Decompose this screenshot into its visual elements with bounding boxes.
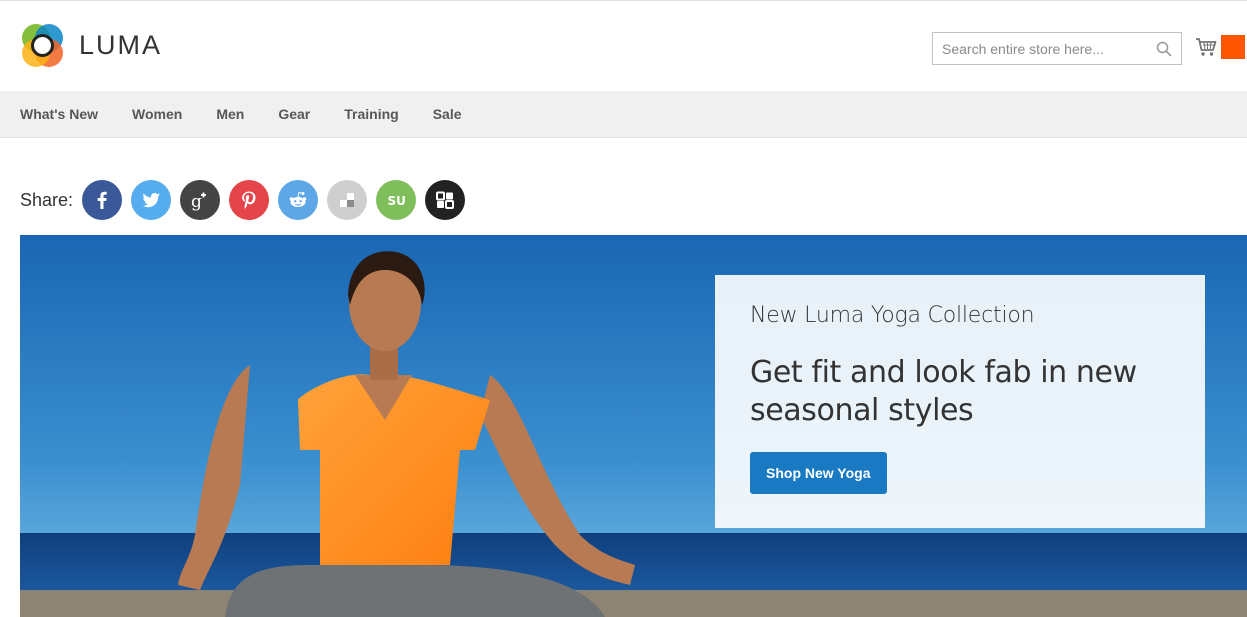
nav-item-training[interactable]: Training — [344, 91, 398, 138]
promo-subtitle: New Luma Yoga Collection — [750, 303, 1035, 328]
store-logo[interactable]: LUMA — [20, 23, 162, 68]
pinterest-icon — [242, 191, 256, 209]
reddit-icon — [289, 191, 307, 207]
share-twitter-button[interactable] — [131, 180, 172, 220]
nav-item-gear[interactable]: Gear — [278, 91, 310, 138]
share-google-plus-button[interactable]: g — [180, 180, 221, 220]
nav-item-whats-new[interactable]: What's New — [20, 91, 98, 138]
promo-card: New Luma Yoga Collection Get fit and loo… — [715, 275, 1205, 528]
nav-item-men[interactable]: Men — [216, 91, 244, 138]
digg-icon — [436, 191, 455, 209]
nav-item-sale[interactable]: Sale — [433, 91, 462, 138]
share-bar: Share: g SU — [20, 180, 474, 220]
share-label: Share: — [20, 189, 74, 210]
hero-banner: New Luma Yoga Collection Get fit and loo… — [20, 235, 1247, 617]
luma-logo-icon — [22, 24, 63, 67]
shop-new-yoga-button[interactable]: Shop New Yoga — [750, 452, 887, 494]
search-box — [932, 32, 1182, 65]
promo-headline: Get fit and look fab in new seasonal sty… — [750, 355, 1137, 428]
brand-name: LUMA — [79, 30, 163, 60]
share-stumbleupon-button[interactable]: SU — [376, 180, 417, 220]
svg-text:g: g — [191, 192, 202, 212]
share-facebook-button[interactable] — [82, 180, 123, 220]
twitter-icon — [142, 193, 161, 208]
cart-icon[interactable] — [1195, 35, 1217, 59]
share-digg-button[interactable] — [425, 180, 466, 220]
svg-text:SU: SU — [388, 194, 406, 208]
search-input[interactable] — [933, 33, 1181, 64]
share-pinterest-button[interactable] — [229, 180, 270, 220]
cart-counter-badge[interactable] — [1221, 35, 1245, 59]
google-plus-icon: g — [191, 192, 207, 212]
site-header: LUMA — [0, 1, 1247, 91]
stumbleupon-icon: SU — [388, 194, 406, 208]
search-icon[interactable] — [1156, 41, 1172, 57]
share-reddit-button[interactable] — [278, 180, 319, 220]
delicious-icon — [340, 193, 355, 207]
main-navigation: What's New Women Men Gear Training Sale — [0, 91, 1247, 138]
nav-item-women[interactable]: Women — [132, 91, 182, 138]
share-delicious-button[interactable] — [327, 180, 368, 220]
facebook-icon — [97, 191, 107, 209]
